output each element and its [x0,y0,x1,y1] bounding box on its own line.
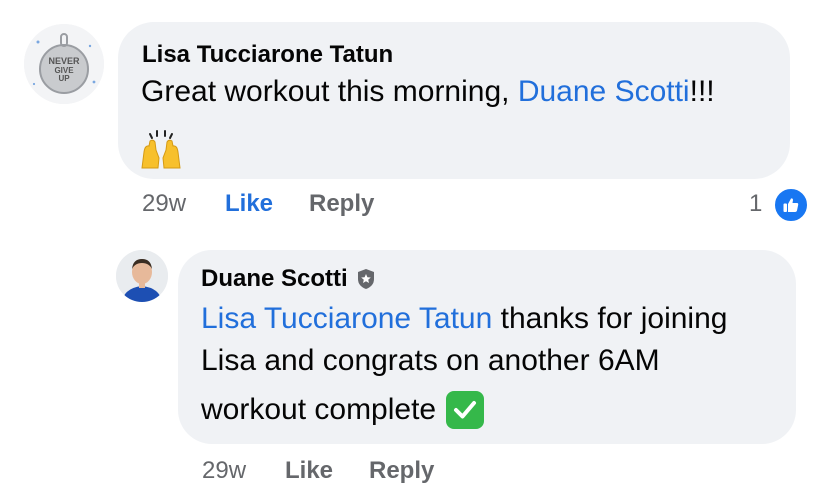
comment-actions: 29w Like Reply [142,189,822,219]
raising-hands-emoji [138,128,184,179]
reply-author[interactable]: Duane Scotti [201,264,348,294]
comment-text-before: Great workout this morning, [141,75,518,108]
never-give-up-pendant-image: NEVER GIVE UP [24,24,104,104]
comment-text-after: !!! [689,75,715,108]
mention-link[interactable]: Lisa Tucciarone Tatun [201,302,492,335]
shield-star-glyph [357,269,374,289]
profile-photo-image [116,250,168,302]
thumbs-up-icon[interactable] [773,187,809,223]
reply-author-row: Duane Scotti [201,264,376,294]
reaction-count[interactable]: 1 [749,189,762,219]
comment-bubble: Lisa Tucciarone Tatun Great workout this… [118,22,790,179]
shield-star-icon [356,268,376,290]
reply-text-line3-words: workout complete [201,393,437,426]
reply-text-line3: workout complete [201,387,485,432]
reply-button[interactable]: Reply [309,189,374,219]
check-mark-glyph [454,400,477,418]
svg-text:UP: UP [58,74,70,83]
like-button[interactable]: Like [225,189,273,219]
raising-hands-icon [141,130,181,169]
mention-link[interactable]: Duane Scotti [518,75,690,108]
check-mark-button-icon [446,390,485,429]
reply-button[interactable]: Reply [369,456,434,486]
thumbs-up-glyph [783,198,799,212]
comment-timestamp[interactable]: 29w [142,189,186,219]
never-give-up-avatar[interactable]: NEVER GIVE UP [24,24,104,104]
reply-text-line1-rest: thanks for joining [492,302,728,335]
profile-photo-avatar[interactable] [116,250,168,302]
reply-actions: 29w Like Reply [202,456,602,486]
comment-author[interactable]: Lisa Tucciarone Tatun [142,40,393,70]
reply-text-line1: Lisa Tucciarone Tatun thanks for joining [201,296,727,341]
reply-timestamp[interactable]: 29w [202,456,246,486]
reply-text-line2: Lisa and congrats on another 6AM [201,344,660,377]
svg-text:NEVER: NEVER [48,56,80,66]
like-button[interactable]: Like [285,456,333,486]
reply-bubble: Duane Scotti Lisa Tucciarone Tatun thank… [178,250,796,444]
comment-text: Great workout this morning, Duane Scotti… [141,69,715,114]
